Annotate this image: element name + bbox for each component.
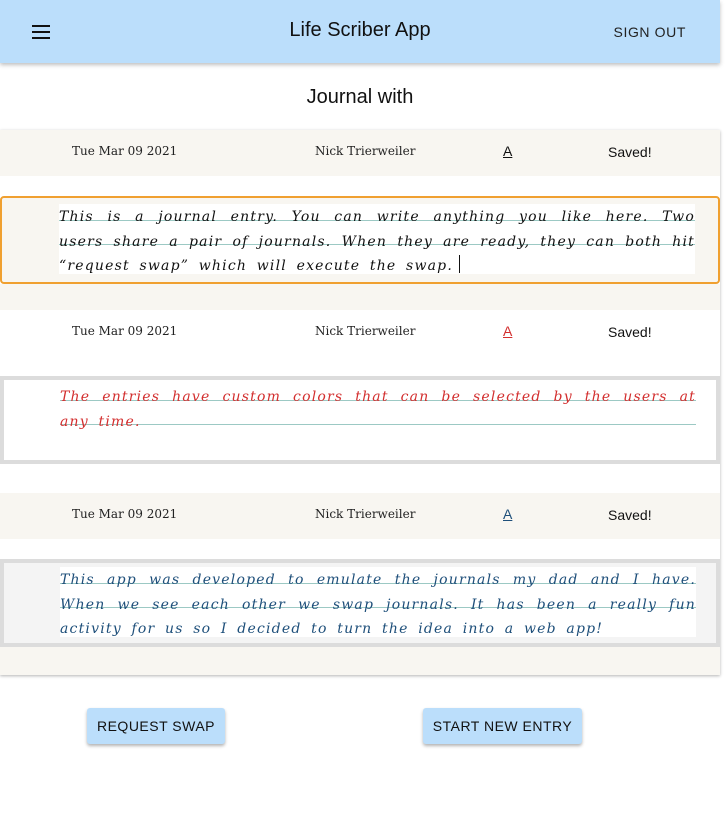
- entry-header: Tue Mar 09 2021 Nick Trierweiler A Saved…: [0, 310, 720, 356]
- journal-heading: Journal with: [306, 86, 414, 108]
- entry-text[interactable]: This is a journal entry. You can write a…: [59, 205, 695, 279]
- entry-text[interactable]: This app was developed to emulate the jo…: [60, 568, 696, 642]
- color-picker-button[interactable]: A: [503, 506, 512, 522]
- start-new-entry-button[interactable]: START NEW ENTRY: [423, 708, 582, 744]
- lined-paper: This is a journal entry. You can write a…: [59, 204, 695, 274]
- saved-status: Saved!: [608, 507, 652, 523]
- entry-author: Nick Trierweiler: [315, 507, 416, 521]
- color-picker-button[interactable]: A: [503, 323, 512, 339]
- entry-date: Tue Mar 09 2021: [72, 324, 178, 338]
- entry-author: Nick Trierweiler: [315, 144, 416, 158]
- entry-editor[interactable]: This app was developed to emulate the jo…: [0, 559, 720, 647]
- saved-status: Saved!: [608, 144, 652, 160]
- text-cursor: [458, 255, 460, 273]
- saved-status: Saved!: [608, 324, 652, 340]
- entry-author: Nick Trierweiler: [315, 324, 416, 338]
- entry-editor[interactable]: This is a journal entry. You can write a…: [0, 196, 720, 284]
- color-picker-button[interactable]: A: [503, 143, 512, 159]
- lined-paper: The entries have custom colors that can …: [60, 384, 696, 454]
- sign-out-button[interactable]: SIGN OUT: [614, 24, 686, 40]
- app-bar: Life Scriber App SIGN OUT: [0, 0, 720, 63]
- journal-entry-list: Tue Mar 09 2021 Nick Trierweiler A Saved…: [0, 130, 720, 675]
- entry-header: Tue Mar 09 2021 Nick Trierweiler A Saved…: [0, 493, 720, 539]
- lined-paper: This app was developed to emulate the jo…: [60, 567, 696, 637]
- entry-header: Tue Mar 09 2021 Nick Trierweiler A Saved…: [0, 130, 720, 176]
- app-title: Life Scriber App: [289, 19, 431, 41]
- entry-text[interactable]: The entries have custom colors that can …: [60, 385, 696, 434]
- entry-date: Tue Mar 09 2021: [72, 144, 178, 158]
- entry-date: Tue Mar 09 2021: [72, 507, 178, 521]
- entry-editor[interactable]: The entries have custom colors that can …: [0, 376, 720, 464]
- request-swap-button[interactable]: REQUEST SWAP: [87, 708, 225, 744]
